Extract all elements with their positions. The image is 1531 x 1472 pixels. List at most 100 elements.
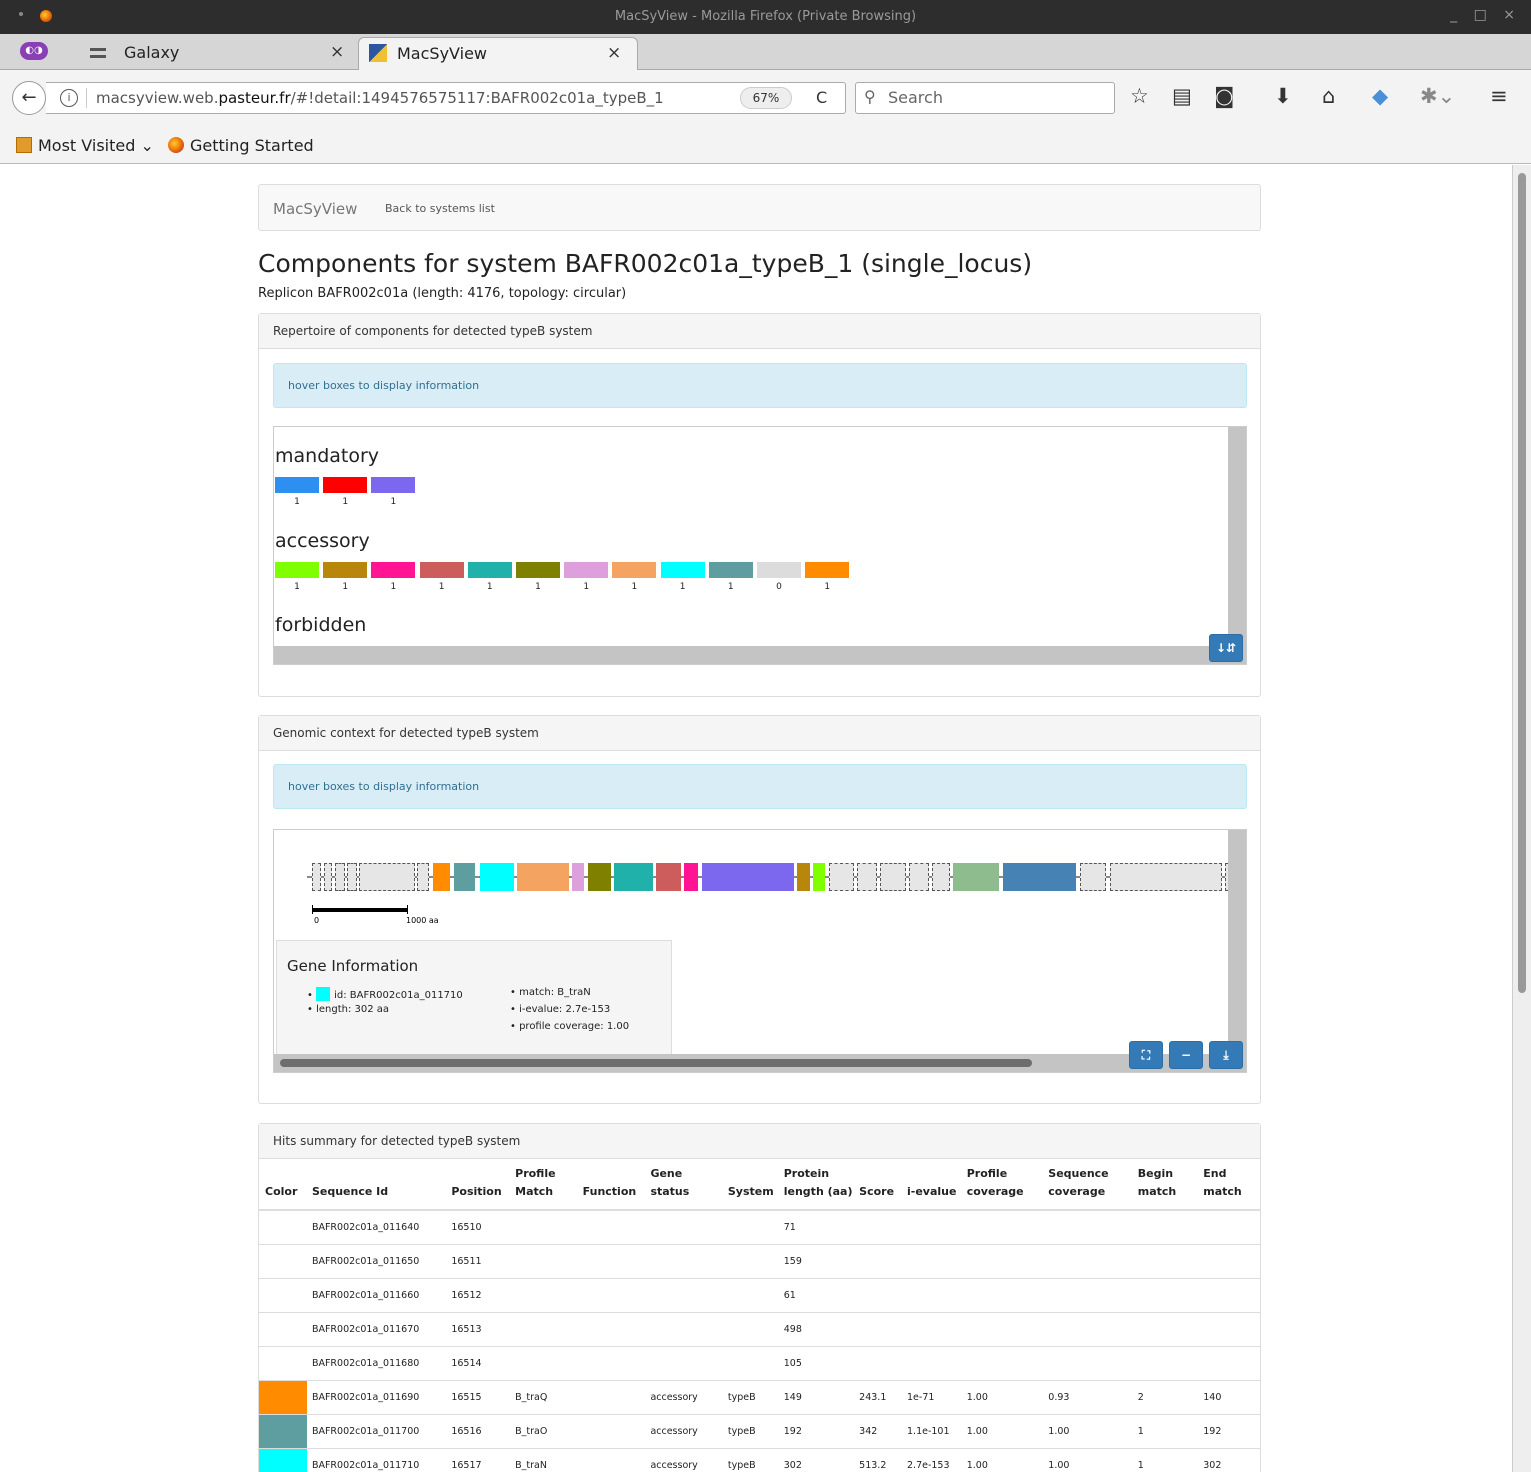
reader-view-icon[interactable]: ▤ xyxy=(1172,84,1192,108)
column-header[interactable]: Sequence coverage xyxy=(1045,1159,1135,1211)
table-row[interactable]: BAFR002c01a_011680 16514 105 xyxy=(259,1346,1260,1381)
page-vertical-scrollbar[interactable] xyxy=(1512,165,1531,1472)
gene-box[interactable] xyxy=(480,863,514,891)
reload-icon[interactable]: C xyxy=(816,88,827,107)
column-header[interactable]: i-evalue xyxy=(904,1159,964,1211)
bookmark-star-icon[interactable]: ☆ xyxy=(1130,84,1149,108)
column-header[interactable]: Gene status xyxy=(647,1159,725,1211)
bookmark-getting-started[interactable]: Getting Started xyxy=(168,136,314,155)
column-header[interactable]: Function xyxy=(579,1159,648,1211)
gene-box[interactable] xyxy=(909,863,929,891)
back-to-systems-link[interactable]: Back to systems list xyxy=(385,202,495,215)
repertoire-view[interactable]: mandatory 1 1 1 accessory 1 1 1 1 1 1 1 1 1 1 0 1 forbidd… xyxy=(273,426,1247,665)
gene-box[interactable] xyxy=(614,863,653,891)
component-box[interactable] xyxy=(467,562,512,578)
component-box[interactable] xyxy=(323,477,368,493)
url-bar[interactable]: i macsyview.web.pasteur.fr/#!detail:1494… xyxy=(46,82,846,114)
column-header[interactable]: Profile Match xyxy=(512,1159,580,1211)
gene-box[interactable] xyxy=(857,863,877,891)
table-row[interactable]: BAFR002c01a_011660 16512 61 xyxy=(259,1278,1260,1313)
column-header[interactable]: Score xyxy=(856,1159,904,1211)
column-header[interactable]: Color xyxy=(259,1159,309,1211)
table-row[interactable]: BAFR002c01a_011700 16516 B_traO accessory ty… xyxy=(259,1414,1260,1449)
component-box[interactable] xyxy=(660,562,705,578)
horizontal-scrollbar[interactable] xyxy=(274,646,1230,664)
app-brand[interactable]: MacSyView xyxy=(273,200,357,218)
gene-box[interactable] xyxy=(1003,863,1076,891)
component-box[interactable] xyxy=(708,562,753,578)
close-tab-icon[interactable]: × xyxy=(607,43,621,63)
vertical-scrollbar[interactable] xyxy=(1228,427,1246,664)
gene-box[interactable] xyxy=(932,863,950,891)
scrollbar-thumb[interactable] xyxy=(1518,173,1526,993)
search-input[interactable]: ⚲ Search xyxy=(855,82,1115,114)
gene-box[interactable] xyxy=(335,863,345,891)
sort-button[interactable]: ↓⇵ xyxy=(1209,634,1243,662)
menu-icon[interactable]: ≡ xyxy=(1490,84,1508,108)
gene-box[interactable] xyxy=(797,863,810,891)
extension-icon[interactable]: ◆ xyxy=(1372,84,1388,108)
back-button[interactable]: ← xyxy=(12,81,46,115)
gene-box[interactable] xyxy=(656,863,681,891)
gene-box[interactable] xyxy=(454,863,475,891)
gene-box[interactable] xyxy=(324,863,332,891)
column-header[interactable]: Protein length (aa) xyxy=(780,1159,857,1211)
gene-box[interactable] xyxy=(1110,863,1222,891)
zoom-level-badge[interactable]: 67% xyxy=(740,87,792,109)
component-box[interactable] xyxy=(757,562,801,578)
zoom-out-button[interactable]: − xyxy=(1169,1041,1203,1069)
gene-box[interactable] xyxy=(953,863,999,891)
pocket-icon[interactable]: ◙ xyxy=(1214,84,1234,108)
component-box[interactable] xyxy=(371,562,416,578)
component-box[interactable] xyxy=(516,562,560,578)
column-header[interactable]: End match xyxy=(1200,1159,1260,1211)
vertical-scrollbar[interactable] xyxy=(1228,830,1246,1072)
gene-box[interactable] xyxy=(813,863,825,891)
window-controls[interactable]: _ □ × xyxy=(1450,7,1521,23)
genomic-context-view[interactable]: 0 1000 aa Gene Information • id: BAFR002… xyxy=(273,829,1247,1073)
column-header[interactable]: Position xyxy=(448,1159,513,1211)
component-box[interactable] xyxy=(419,562,464,578)
gene-box[interactable] xyxy=(880,863,906,891)
tab-macsyview[interactable]: MacSyView × xyxy=(358,37,638,70)
download-button[interactable]: ⤓ xyxy=(1209,1041,1243,1069)
table-row[interactable]: BAFR002c01a_011670 16513 498 xyxy=(259,1312,1260,1347)
table-row[interactable]: BAFR002c01a_011710 16517 B_traN accessory ty… xyxy=(259,1448,1260,1472)
component-box[interactable] xyxy=(612,562,657,578)
gene-box[interactable] xyxy=(433,863,450,891)
component-box[interactable] xyxy=(371,477,416,493)
url-text[interactable]: macsyview.web.pasteur.fr/#!detail:149457… xyxy=(96,89,664,107)
horizontal-scrollbar[interactable] xyxy=(274,1054,1230,1072)
downloads-icon[interactable]: ⬇ xyxy=(1274,84,1292,108)
column-header[interactable]: Begin match xyxy=(1134,1159,1201,1211)
gene-box[interactable] xyxy=(1080,863,1106,891)
gene-box[interactable] xyxy=(517,863,569,891)
gene-box[interactable] xyxy=(359,863,415,891)
gene-box[interactable] xyxy=(702,863,794,891)
gene-box[interactable] xyxy=(312,863,321,891)
bookmark-most-visited[interactable]: Most Visited ⌄ xyxy=(16,136,154,155)
fullscreen-button[interactable]: ⛶ xyxy=(1129,1041,1163,1069)
column-header[interactable]: System xyxy=(724,1159,781,1211)
gene-box[interactable] xyxy=(572,863,584,891)
component-box[interactable] xyxy=(564,562,609,578)
component-box[interactable] xyxy=(275,477,319,493)
table-row[interactable]: BAFR002c01a_011650 16511 159 xyxy=(259,1244,1260,1279)
gene-box[interactable] xyxy=(684,863,698,891)
gene-box[interactable] xyxy=(347,863,357,891)
column-header[interactable]: Sequence Id xyxy=(308,1159,449,1211)
home-icon[interactable]: ⌂ xyxy=(1322,84,1335,108)
table-row[interactable]: BAFR002c01a_011690 16515 B_traQ accessory ty… xyxy=(259,1380,1260,1415)
component-box[interactable] xyxy=(805,562,850,578)
tab-galaxy[interactable]: Galaxy × xyxy=(78,37,358,70)
site-info-icon[interactable]: i xyxy=(60,89,78,107)
table-row[interactable]: BAFR002c01a_011640 16510 71 xyxy=(259,1209,1260,1245)
gene-box[interactable] xyxy=(417,863,429,891)
component-box[interactable] xyxy=(275,562,319,578)
close-tab-icon[interactable]: × xyxy=(330,42,344,62)
addon-dropdown-icon[interactable]: ✱⌄ xyxy=(1420,84,1455,108)
gene-box[interactable] xyxy=(829,863,854,891)
component-box[interactable] xyxy=(323,562,368,578)
column-header[interactable]: Profile coverage xyxy=(963,1159,1046,1211)
gene-box[interactable] xyxy=(588,863,611,891)
